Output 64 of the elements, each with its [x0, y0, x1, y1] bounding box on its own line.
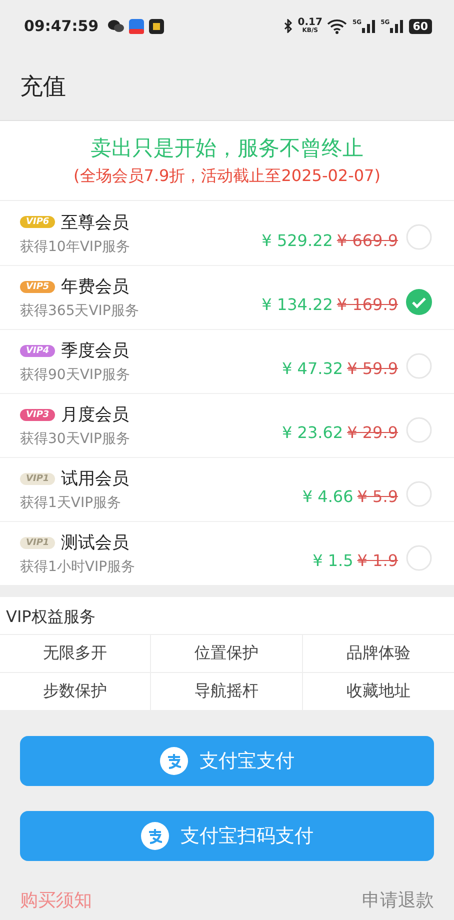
benefit-item: 品牌体验	[302, 635, 454, 673]
plan-price: ¥ 4.66	[302, 487, 354, 506]
radio-button[interactable]	[406, 352, 432, 378]
wifi-icon	[327, 18, 348, 34]
bluetooth-icon	[284, 19, 293, 33]
plan-description: 获得30天VIP服务	[20, 430, 131, 448]
vip-badge: VIP4	[20, 344, 56, 356]
benefit-item: 无限多开	[0, 635, 152, 673]
plan-row[interactable]: VIP6 至尊会员 获得10年VIP服务 ¥ 529.22 ¥ 669.9	[0, 201, 454, 265]
chat-bubbles-icon	[108, 19, 124, 33]
plan-name: 测试会员	[61, 532, 130, 554]
signal-icon	[390, 19, 404, 33]
original-price: ¥ 1.9	[357, 551, 398, 570]
promo-notice: (全场会员7.9折，活动截止至2025-02-07)	[74, 166, 380, 187]
vip-badge: VIP5	[20, 280, 56, 292]
plan-name: 月度会员	[61, 404, 130, 426]
plan-price: ¥ 134.22	[262, 295, 333, 314]
battery-level: 60	[408, 18, 432, 34]
plan-name: 试用会员	[61, 468, 130, 490]
radio-button[interactable]	[406, 544, 432, 570]
page-title: 充值	[20, 72, 66, 102]
status-time: 09:47:59	[24, 17, 99, 35]
radio-button[interactable]	[406, 224, 432, 250]
app-icon	[148, 18, 164, 34]
plan-price: ¥ 23.62	[282, 423, 344, 442]
plan-price: ¥ 1.5	[312, 551, 354, 570]
plan-price: ¥ 529.22	[262, 230, 333, 250]
plan-description: 获得90天VIP服务	[20, 366, 131, 384]
original-price: ¥ 669.9	[336, 230, 398, 250]
plan-row[interactable]: VIP3 月度会员 获得30天VIP服务 ¥ 23.62 ¥ 29.9	[0, 393, 454, 457]
vip-badge: VIP6	[20, 216, 56, 228]
plan-name: 年费会员	[61, 276, 130, 298]
original-price: ¥ 5.9	[357, 487, 398, 506]
section-title: VIP权益服务	[5, 606, 96, 628]
original-price: ¥ 59.9	[347, 359, 398, 378]
app-icon	[128, 18, 144, 34]
plan-row[interactable]: VIP5 年费会员 获得365天VIP服务 ¥ 134.22 ¥ 169.9	[0, 265, 454, 329]
vip-badge: VIP3	[20, 408, 56, 420]
alipay-icon	[160, 747, 188, 775]
plan-name: 季度会员	[61, 340, 130, 362]
benefit-item: 导航摇杆	[151, 673, 303, 711]
plan-row[interactable]: VIP4 季度会员 获得90天VIP服务 ¥ 47.32 ¥ 59.9	[0, 329, 454, 393]
plan-description: 获得365天VIP服务	[20, 302, 140, 320]
plan-description: 获得10年VIP服务	[20, 238, 131, 256]
checked-radio-icon[interactable]	[406, 288, 432, 314]
plan-name: 至尊会员	[61, 212, 130, 234]
vip-badge: VIP1	[20, 472, 56, 484]
signal-icon	[362, 19, 376, 33]
benefit-item: 步数保护	[0, 673, 152, 711]
radio-button[interactable]	[406, 416, 432, 442]
plan-description: 获得1小时VIP服务	[20, 558, 136, 576]
original-price: ¥ 29.9	[347, 423, 398, 442]
network-speed: 0.17	[298, 18, 322, 27]
vip-badge: VIP1	[20, 536, 56, 548]
alipay-icon	[140, 822, 168, 850]
radio-button[interactable]	[406, 480, 432, 506]
original-price: ¥ 169.9	[336, 295, 398, 314]
plan-row[interactable]: VIP1 试用会员 获得1天VIP服务 ¥ 4.66 ¥ 5.9	[0, 457, 454, 521]
benefit-item: 位置保护	[151, 635, 303, 673]
plan-row[interactable]: VIP1 测试会员 获得1小时VIP服务 ¥ 1.5 ¥ 1.9	[0, 521, 454, 585]
promo-headline: 卖出只是开始，服务不曾终止	[90, 135, 364, 162]
plan-price: ¥ 47.32	[282, 359, 344, 378]
plan-description: 获得1天VIP服务	[20, 494, 122, 512]
benefit-item: 收藏地址	[302, 673, 454, 711]
